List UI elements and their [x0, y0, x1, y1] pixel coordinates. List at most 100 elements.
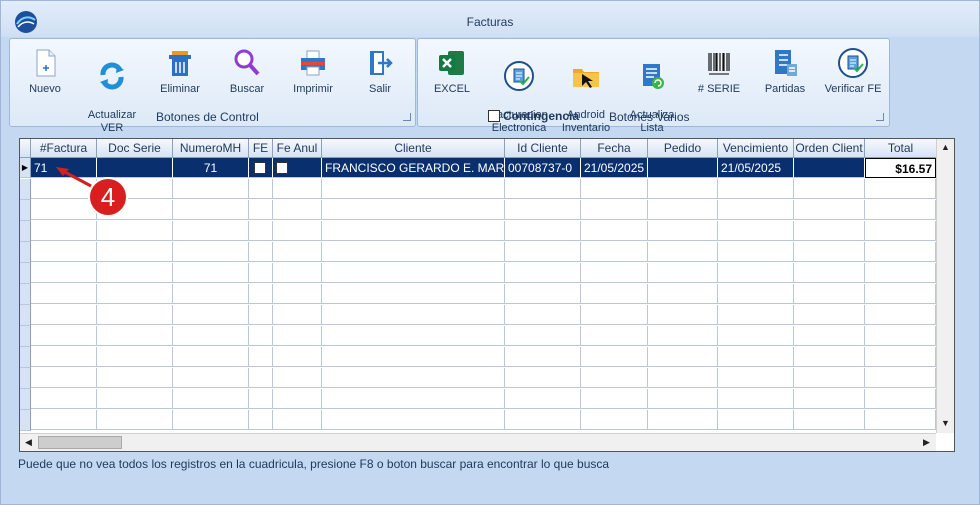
grid-cell[interactable] — [173, 326, 249, 346]
grid-cell[interactable] — [173, 368, 249, 388]
grid-cell[interactable] — [865, 305, 936, 325]
grid-cell[interactable] — [794, 263, 865, 283]
grid-cell[interactable] — [718, 389, 794, 409]
fe-checkbox[interactable] — [254, 162, 266, 174]
grid-cell[interactable] — [865, 347, 936, 367]
table-row[interactable] — [20, 368, 936, 389]
grid-cell[interactable] — [718, 305, 794, 325]
table-row[interactable] — [20, 200, 936, 221]
grid-cell[interactable] — [794, 347, 865, 367]
scroll-up-arrow-icon[interactable]: ▲ — [938, 140, 953, 155]
grid-cell[interactable] — [648, 179, 718, 199]
grid-cell[interactable] — [648, 200, 718, 220]
grid-cell[interactable] — [581, 326, 648, 346]
grid-cell[interactable] — [273, 263, 322, 283]
row-header[interactable] — [20, 179, 31, 200]
grid-cell[interactable] — [31, 410, 97, 430]
new-button[interactable]: Nuevo — [20, 47, 70, 96]
grid-cell[interactable] — [581, 200, 648, 220]
grid-cell[interactable] — [505, 389, 581, 409]
grid-cell[interactable] — [249, 284, 273, 304]
grid-cell[interactable] — [249, 200, 273, 220]
table-row[interactable] — [20, 389, 936, 410]
grid-cell[interactable] — [97, 305, 173, 325]
grid-cell[interactable] — [865, 200, 936, 220]
row-header[interactable] — [20, 242, 31, 263]
grid-cell[interactable] — [173, 221, 249, 241]
table-row[interactable] — [20, 179, 936, 200]
table-row[interactable] — [20, 410, 936, 431]
row-header[interactable] — [20, 368, 31, 389]
grid-cell[interactable] — [794, 305, 865, 325]
grid-cell[interactable] — [581, 368, 648, 388]
grid-cell[interactable] — [173, 410, 249, 430]
refresh-button[interactable]: Actualizar VER — [82, 47, 142, 135]
cell-numero-mh[interactable]: 71 — [173, 158, 249, 178]
fe-anul-checkbox[interactable] — [276, 162, 288, 174]
grid-cell[interactable] — [865, 410, 936, 430]
scroll-left-arrow-icon[interactable]: ◀ — [21, 435, 36, 450]
grid-cell[interactable] — [322, 305, 505, 325]
column-header-factura[interactable]: #Factura — [31, 139, 97, 158]
cell-orden[interactable] — [794, 158, 865, 178]
cell-total[interactable]: $16.57 — [865, 158, 936, 178]
grid-cell[interactable] — [505, 347, 581, 367]
exit-button[interactable]: Salir — [355, 47, 405, 96]
grid-cell[interactable] — [581, 284, 648, 304]
grid-cell[interactable] — [31, 305, 97, 325]
table-row[interactable] — [20, 326, 936, 347]
grid-cell[interactable] — [173, 347, 249, 367]
grid-cell[interactable] — [322, 347, 505, 367]
table-row[interactable] — [20, 221, 936, 242]
grid-cell[interactable] — [97, 326, 173, 346]
table-row[interactable] — [20, 305, 936, 326]
grid-cell[interactable] — [865, 242, 936, 262]
grid-cell[interactable] — [648, 305, 718, 325]
grid-cell[interactable] — [648, 284, 718, 304]
grid-cell[interactable] — [249, 326, 273, 346]
column-header-numero-mh[interactable]: NumeroMH — [173, 139, 249, 158]
scroll-right-arrow-icon[interactable]: ▶ — [919, 435, 934, 450]
cell-pedido[interactable] — [648, 158, 718, 178]
grid-cell[interactable] — [718, 200, 794, 220]
grid-cell[interactable] — [581, 179, 648, 199]
grid-cell[interactable] — [718, 263, 794, 283]
grid-cell[interactable] — [505, 242, 581, 262]
row-header[interactable] — [20, 284, 31, 305]
grid-cell[interactable] — [273, 179, 322, 199]
horizontal-scrollbar[interactable]: ◀ ▶ — [20, 433, 936, 451]
row-header[interactable] — [20, 326, 31, 347]
items-button[interactable]: Partidas — [756, 47, 814, 96]
cell-fe[interactable] — [249, 158, 273, 178]
grid-cell[interactable] — [249, 305, 273, 325]
grid-cell[interactable] — [794, 242, 865, 262]
verify-fe-button[interactable]: Verificar FE — [820, 47, 886, 96]
grid-cell[interactable] — [718, 347, 794, 367]
grid-cell[interactable] — [273, 410, 322, 430]
grid-cell[interactable] — [31, 242, 97, 262]
grid-cell[interactable] — [31, 326, 97, 346]
grid-cell[interactable] — [249, 389, 273, 409]
row-header[interactable] — [20, 389, 31, 410]
grid-cell[interactable] — [718, 284, 794, 304]
grid-cell[interactable] — [505, 305, 581, 325]
grid-cell[interactable] — [273, 200, 322, 220]
grid-cell[interactable] — [718, 326, 794, 346]
grid-cell[interactable] — [97, 410, 173, 430]
grid-cell[interactable] — [173, 242, 249, 262]
grid-cell[interactable] — [173, 263, 249, 283]
grid-cell[interactable] — [97, 221, 173, 241]
search-button[interactable]: Buscar — [220, 47, 274, 96]
print-button[interactable]: Imprimir — [286, 47, 340, 96]
grid-cell[interactable] — [249, 263, 273, 283]
row-header[interactable] — [20, 410, 31, 431]
grid-cell[interactable] — [794, 410, 865, 430]
grid-cell[interactable] — [322, 242, 505, 262]
grid-cell[interactable] — [273, 368, 322, 388]
grid-cell[interactable] — [322, 326, 505, 346]
grid-cell[interactable] — [273, 305, 322, 325]
grid-cell[interactable] — [718, 368, 794, 388]
grid-cell[interactable] — [865, 389, 936, 409]
grid-cell[interactable] — [273, 242, 322, 262]
grid-cell[interactable] — [718, 179, 794, 199]
